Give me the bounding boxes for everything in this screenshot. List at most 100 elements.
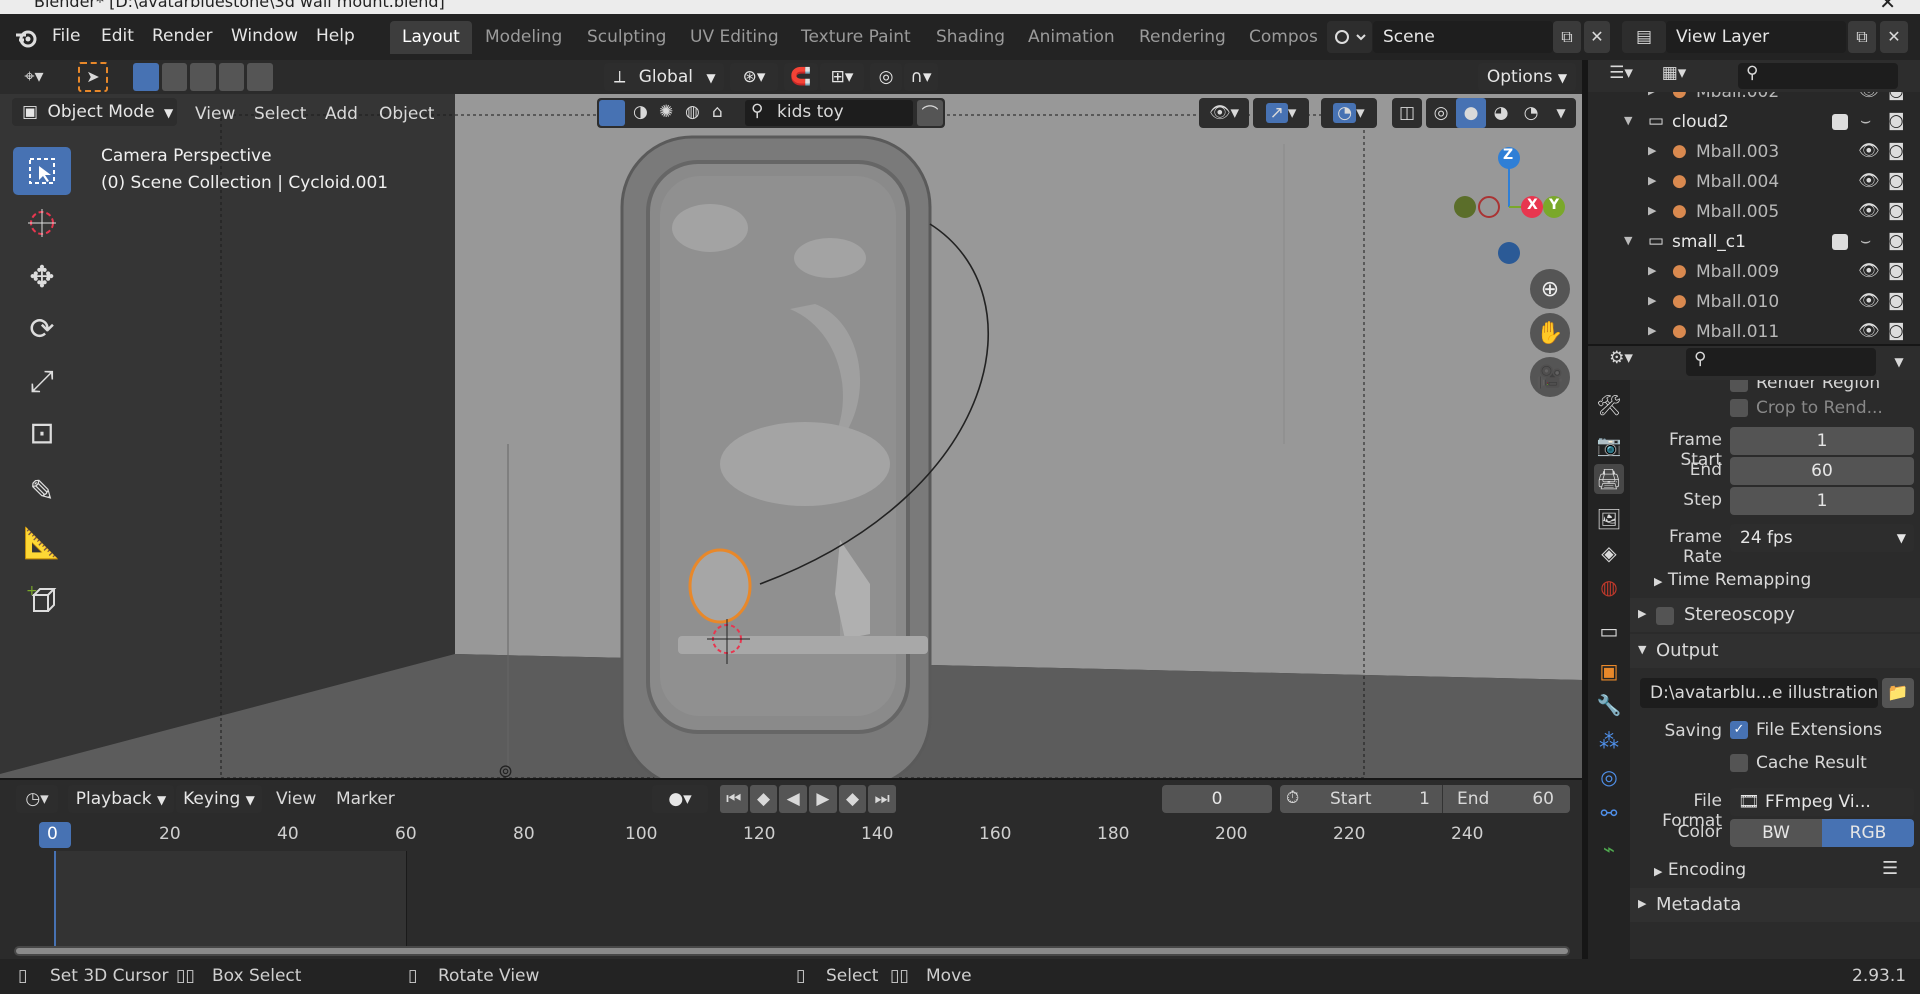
delete-scene-icon[interactable]: ✕ (1584, 21, 1610, 53)
solid-shading-icon[interactable]: ● (1456, 98, 1486, 128)
output-properties-icon[interactable]: 🖨 (1594, 464, 1624, 494)
current-frame-field[interactable]: 0 (1162, 785, 1272, 813)
tab-shading[interactable]: Shading (924, 21, 1017, 54)
chevron-right-icon[interactable]: ▶ (1648, 294, 1656, 307)
jump-start-icon[interactable]: ⏮ (720, 785, 748, 813)
filter-world-icon[interactable]: ◍ (685, 102, 700, 122)
eye-icon[interactable]: 👁 (1858, 291, 1880, 311)
exclude-checkbox[interactable] (1832, 234, 1848, 250)
prev-keyframe-icon[interactable]: ◆ (749, 785, 778, 813)
select-box-tool-icon[interactable] (13, 147, 71, 195)
menu-file[interactable]: File (52, 26, 80, 46)
hide-icon[interactable]: ⌣ (1860, 231, 1871, 251)
tab-texture-paint[interactable]: Texture Paint (789, 21, 923, 54)
render-camera-icon[interactable]: ◙ (1888, 92, 1905, 101)
area-separator[interactable] (0, 778, 1582, 780)
hide-icon[interactable]: ⌣ (1860, 111, 1871, 131)
gizmo-toggle-icon[interactable]: ↗ ▾ (1253, 98, 1309, 128)
wireframe-shading-icon[interactable]: ◎ (1426, 98, 1456, 128)
eye-icon[interactable]: 👁 (1858, 141, 1880, 161)
move-tool-icon[interactable]: ✥ (13, 253, 71, 301)
eye-icon[interactable]: 👁 (1858, 201, 1880, 221)
eye-icon[interactable]: 👁 (1858, 261, 1880, 281)
menu-add[interactable]: Add (325, 104, 358, 124)
list-icon[interactable]: ☰ (1882, 858, 1898, 879)
render-camera-icon[interactable]: ◙ (1888, 291, 1905, 311)
color-rgb-button[interactable]: RGB (1822, 819, 1914, 847)
menu-edit[interactable]: Edit (101, 26, 134, 46)
select-intersect-icon[interactable] (247, 63, 273, 91)
filter-material-icon[interactable]: ◑ (633, 102, 648, 122)
outliner-search-input[interactable]: ⚲ (1738, 63, 1898, 89)
menu-select[interactable]: Select (254, 104, 306, 124)
tool-properties-icon[interactable]: 🛠 (1594, 390, 1624, 420)
output-path-field[interactable]: D:\avatarblu...e illustration (1640, 678, 1878, 708)
timeline-marker-menu[interactable]: Marker (336, 789, 395, 809)
data-properties-icon[interactable]: ⌁ (1594, 834, 1624, 864)
transform-tool-icon[interactable]: ⊡ (13, 409, 71, 457)
area-separator[interactable] (1582, 60, 1588, 959)
timeline-start-field[interactable]: Start 1 (1314, 785, 1440, 813)
xray-toggle-icon[interactable]: ◫ (1392, 98, 1422, 128)
menu-object[interactable]: Object (379, 104, 434, 124)
crop-to-render-checkbox[interactable]: Crop to Rend... (1730, 398, 1883, 418)
filter-light-icon[interactable]: ✺ (659, 102, 673, 122)
play-reverse-icon[interactable]: ◀ (779, 785, 808, 813)
jump-end-icon[interactable]: ⏭ (868, 785, 897, 813)
timeline-end-field[interactable]: End 60 (1442, 785, 1568, 813)
chevron-right-icon[interactable]: ▶ (1648, 264, 1656, 277)
constraints-properties-icon[interactable]: ⚯ (1594, 798, 1624, 828)
outliner-collection-row[interactable]: ▼ ▭ cloud2 ⌣ ◙ (1588, 108, 1920, 138)
timeline-scrollbar[interactable] (14, 946, 1570, 956)
material-shading-icon[interactable]: ◕ (1486, 98, 1516, 128)
blender-logo-icon[interactable] (14, 27, 38, 49)
eye-icon[interactable]: 👁 (1858, 92, 1880, 101)
render-camera-icon[interactable]: ◙ (1888, 141, 1905, 161)
scene-selector-icon[interactable] (1327, 21, 1372, 53)
frame-step-field[interactable]: 1 (1730, 487, 1914, 515)
camera-view-icon[interactable]: 🎥 (1530, 357, 1570, 397)
area-separator[interactable] (1588, 344, 1920, 346)
outliner-object-row[interactable]: ▶ ● Mball.002 👁 ◙ (1588, 92, 1920, 108)
scene-properties-icon[interactable]: ◈ (1594, 538, 1624, 568)
delete-view-layer-icon[interactable]: ✕ (1880, 21, 1908, 53)
output-panel-header[interactable]: ▼ Output (1630, 634, 1920, 668)
physics-properties-icon[interactable]: ◎ (1594, 762, 1624, 792)
view-layer-icon[interactable]: ▤ (1622, 21, 1666, 53)
navigation-gizmo[interactable]: Z X Y (1440, 146, 1570, 276)
outliner-editor-icon[interactable]: ☰▾ (1600, 63, 1642, 89)
properties-search-input[interactable]: ⚲ (1686, 348, 1876, 376)
tab-animation[interactable]: Animation (1016, 21, 1127, 54)
frame-end-field[interactable]: 60 (1730, 457, 1914, 485)
scene-name-field[interactable]: Scene (1373, 21, 1553, 53)
snap-toggle-icon[interactable]: 🧲 (784, 63, 818, 91)
cursor-tool-icon[interactable] (13, 199, 71, 247)
add-cube-tool-icon[interactable]: + (13, 577, 71, 625)
outliner-object-row[interactable]: ▶ ● Mball.009 👁 ◙ (1588, 258, 1920, 288)
zoom-icon[interactable]: ⊕ (1530, 269, 1570, 309)
outliner-object-row[interactable]: ▶ ● Mball.010 👁 ◙ (1588, 288, 1920, 318)
outliner-collection-row[interactable]: ▼ ▭ small_c1 ⌣ ◙ (1588, 228, 1920, 258)
tab-compositing[interactable]: Compos (1237, 21, 1321, 54)
chevron-right-icon[interactable]: ▶ (1648, 144, 1656, 157)
properties-options-icon[interactable]: ▼ (1884, 348, 1914, 376)
pan-hand-icon[interactable]: ✋ (1530, 313, 1570, 353)
measure-tool-icon[interactable]: 📐 (13, 519, 71, 567)
editor-type-icon[interactable]: ⌖▾ (12, 63, 56, 91)
object-mode-dropdown[interactable]: ▣ Object Mode ▼ (12, 98, 177, 126)
filter-options-icon[interactable]: ⌒ (917, 100, 943, 126)
proportional-edit-icon[interactable]: ◎ (870, 63, 902, 91)
file-format-dropdown[interactable]: 🎞 FFmpeg Vi... (1730, 788, 1914, 816)
cache-result-checkbox[interactable]: Cache Result (1730, 753, 1867, 773)
timeline-editor-icon[interactable]: ◷▾ (16, 785, 58, 813)
properties-editor-icon[interactable]: ⚙▾ (1600, 348, 1642, 376)
outliner-object-row[interactable]: ▶ ● Mball.005 👁 ◙ (1588, 198, 1920, 228)
pivot-point-icon[interactable]: ⊛▾ (730, 63, 778, 91)
select-invert-icon[interactable] (218, 63, 245, 91)
tab-modeling[interactable]: Modeling (473, 21, 574, 54)
world-properties-icon[interactable]: ◍ (1594, 572, 1624, 602)
playback-menu[interactable]: Playback ▼ (68, 785, 174, 813)
chevron-right-icon[interactable]: ▶ (1648, 204, 1656, 217)
keying-menu[interactable]: Keying ▼ (176, 785, 262, 813)
chevron-right-icon[interactable]: ▶ (1648, 174, 1656, 187)
